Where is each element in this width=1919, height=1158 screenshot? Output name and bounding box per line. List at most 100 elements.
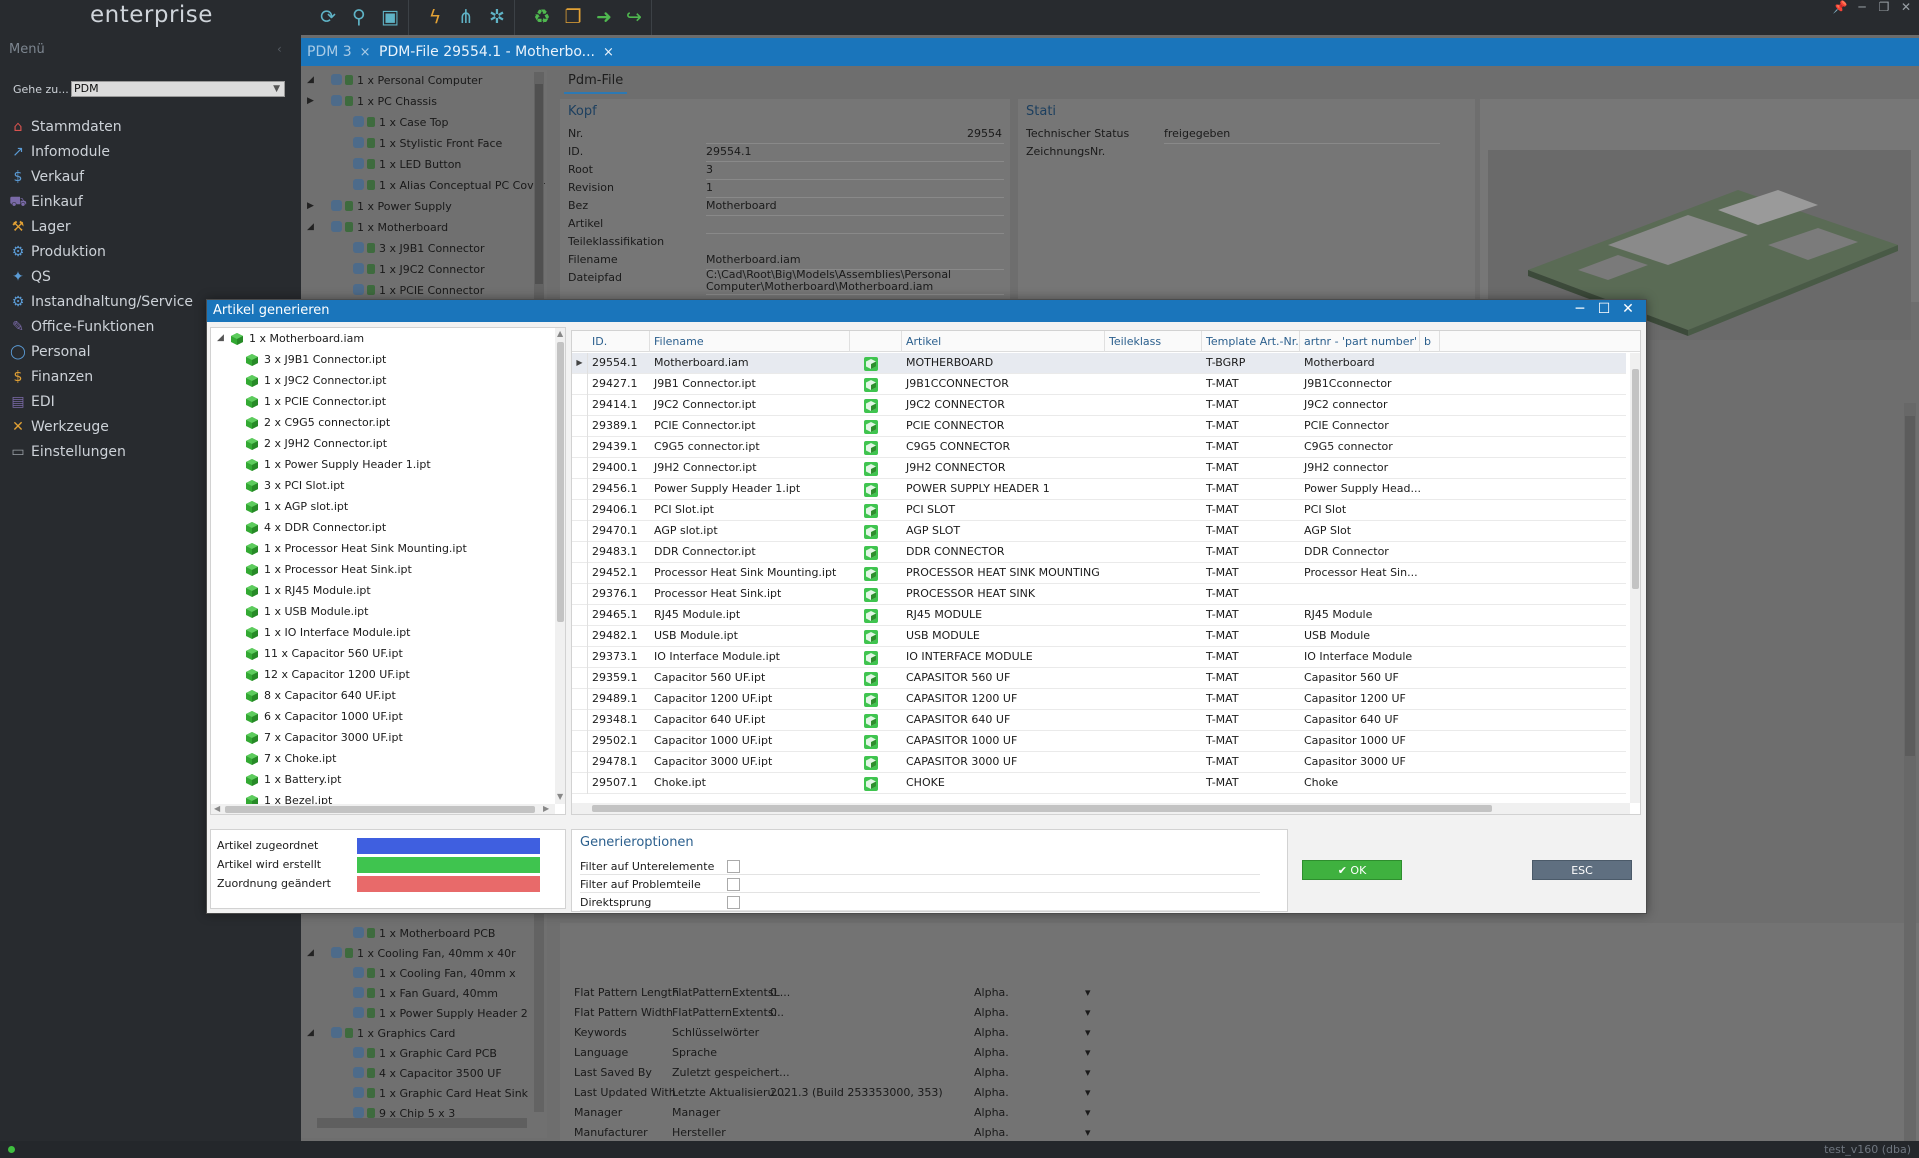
- property-value[interactable]: 0: [770, 1003, 777, 1023]
- tree-node[interactable]: 1 x IO Interface Module.ipt: [211, 622, 551, 643]
- table-row[interactable]: 29456.1 Power Supply Header 1.ipt POWER SU…: [572, 479, 1626, 500]
- chevron-down-icon[interactable]: ▾: [1085, 1063, 1091, 1083]
- tree-node[interactable]: ◢ 1 x Motherboard: [307, 217, 448, 238]
- col-teileklass-header[interactable]: Teileklass: [1105, 331, 1202, 352]
- property-value[interactable]: 2021.3 (Build 253353000, 353): [770, 1083, 943, 1103]
- table-row[interactable]: 29489.1 Capacitor 1200 UF.ipt CAPASITOR 12…: [572, 689, 1626, 710]
- table-row[interactable]: 29452.1 Processor Heat Sink Mounting.ipt P…: [572, 563, 1626, 584]
- close-tab-icon[interactable]: ×: [603, 45, 614, 60]
- option-checkbox[interactable]: [727, 878, 740, 891]
- field-value[interactable]: freigegeben: [1164, 125, 1440, 144]
- field-value[interactable]: C:\Cad\Root\Big\Models\Assemblies\Person…: [706, 269, 1004, 295]
- tree-node[interactable]: 1 x Power Supply Header 1.ipt: [211, 454, 551, 475]
- tree-node[interactable]: 1 x USB Module.ipt: [211, 601, 551, 622]
- chevron-down-icon[interactable]: ▾: [1085, 1123, 1091, 1143]
- search-icon[interactable]: ⚲: [346, 4, 372, 30]
- option-checkbox[interactable]: [727, 860, 740, 873]
- tree-node[interactable]: 1 x Motherboard PCB: [331, 923, 495, 944]
- tree-node[interactable]: 3 x J9B1 Connector: [331, 238, 485, 259]
- table-row[interactable]: 29470.1 AGP slot.ipt AGP SLOT T-MAT AGP Slot: [572, 521, 1626, 542]
- tree-node[interactable]: 7 x Capacitor 3000 UF.ipt: [211, 727, 551, 748]
- tree-node[interactable]: 1 x AGP slot.ipt: [211, 496, 551, 517]
- workspace-scroll-thumb[interactable]: [1905, 416, 1915, 756]
- scroll-left-icon[interactable]: ◀: [214, 804, 220, 813]
- chevron-down-icon[interactable]: ▾: [1085, 1043, 1091, 1063]
- tab-pdm-file[interactable]: PDM-File 29554.1 - Motherbo... ×: [373, 38, 620, 66]
- col-artikel-header[interactable]: Artikel: [902, 331, 1105, 352]
- sidebar-item[interactable]: ⛟ Einkauf: [0, 190, 301, 215]
- sidebar-item[interactable]: ✦ QS: [0, 265, 301, 290]
- tree-node[interactable]: 1 x LED Button: [331, 154, 461, 175]
- close-icon[interactable]: ✕: [1616, 301, 1640, 317]
- tree-node[interactable]: 7 x Choke.ipt: [211, 748, 551, 769]
- lightning-icon[interactable]: ϟ: [422, 4, 448, 30]
- tree-vscroll-thumb[interactable]: [557, 342, 564, 622]
- tree-node[interactable]: ◢ 1 x Motherboard.iam: [211, 328, 551, 349]
- tree-node[interactable]: 2 x J9H2 Connector.ipt: [211, 433, 551, 454]
- maximize-icon[interactable]: ☐: [1592, 301, 1616, 317]
- tab-pdm-file-detail[interactable]: Pdm-File: [564, 73, 628, 94]
- tree-node[interactable]: 12 x Capacitor 1200 UF.ipt: [211, 664, 551, 685]
- table-row[interactable]: 29439.1 C9G5 connector.ipt C9G5 CONNECTOR T…: [572, 437, 1626, 458]
- esc-button[interactable]: ESC: [1532, 860, 1632, 880]
- table-row[interactable]: 29507.1 Choke.ipt CHOKE T-MAT Choke: [572, 773, 1626, 794]
- scroll-down-icon[interactable]: ▼: [557, 792, 563, 801]
- tree-node[interactable]: 6 x Capacitor 1000 UF.ipt: [211, 706, 551, 727]
- table-row[interactable]: 29465.1 RJ45 Module.ipt RJ45 MODULE T-MAT RJ…: [572, 605, 1626, 626]
- field-value[interactable]: [706, 215, 1004, 216]
- close-tab-icon[interactable]: ×: [360, 45, 371, 60]
- restore-icon[interactable]: ❐: [1873, 0, 1895, 14]
- field-value[interactable]: [1164, 143, 1440, 144]
- tree-node[interactable]: 1 x Alias Conceptual PC Cover: [331, 175, 545, 196]
- col-status-header[interactable]: [850, 331, 902, 352]
- chevron-down-icon[interactable]: ▾: [1085, 983, 1091, 1003]
- tree-node[interactable]: 1 x Power Supply Header 2: [331, 1003, 528, 1024]
- tree-node[interactable]: 1 x J9C2 Connector.ipt: [211, 370, 551, 391]
- sidebar-item[interactable]: ⚒ Lager: [0, 215, 301, 240]
- table-row[interactable]: 29373.1 IO Interface Module.ipt IO INTERFA…: [572, 647, 1626, 668]
- table-row[interactable]: 29359.1 Capacitor 560 UF.ipt CAPASITOR 560…: [572, 668, 1626, 689]
- settings-network-icon[interactable]: ✲: [484, 4, 510, 30]
- recycle-icon[interactable]: ♻: [529, 4, 555, 30]
- tree-node[interactable]: 3 x J9B1 Connector.ipt: [211, 349, 551, 370]
- option-checkbox[interactable]: [727, 896, 740, 909]
- tree-node[interactable]: 4 x Capacitor 3500 UF: [331, 1063, 502, 1084]
- expand-toggle-icon[interactable]: ◢: [307, 70, 314, 91]
- field-value[interactable]: [706, 233, 1004, 234]
- minimize-icon[interactable]: ─: [1851, 0, 1873, 14]
- dialog-titlebar[interactable]: Artikel generieren ─ ☐ ✕: [207, 300, 1646, 322]
- sidebar-item[interactable]: ⚙ Produktion: [0, 240, 301, 265]
- table-hscroll-thumb[interactable]: [592, 805, 1492, 812]
- hierarchy-icon[interactable]: ⋔: [453, 4, 479, 30]
- expand-toggle-icon[interactable]: ◢: [307, 943, 314, 964]
- chevron-down-icon[interactable]: ▾: [1085, 1083, 1091, 1103]
- scroll-right-icon[interactable]: ▶: [543, 804, 549, 813]
- save-icon[interactable]: ▣: [377, 4, 403, 30]
- expand-toggle-icon[interactable]: ▶: [307, 196, 314, 217]
- tree-node[interactable]: 1 x Cooling Fan, 40mm x: [331, 963, 516, 984]
- table-row[interactable]: ▶ 29554.1 Motherboard.iam MOTHERBOARD T-BGRP…: [572, 353, 1626, 374]
- chevron-down-icon[interactable]: ▾: [1085, 1003, 1091, 1023]
- ok-button[interactable]: ✔ OK: [1302, 860, 1402, 880]
- field-value[interactable]: 29554: [706, 125, 1004, 144]
- pin-icon[interactable]: 📌: [1829, 0, 1851, 14]
- tree-node[interactable]: 4 x DDR Connector.ipt: [211, 517, 551, 538]
- table-row[interactable]: 29482.1 USB Module.ipt USB MODULE T-MAT USB …: [572, 626, 1626, 647]
- table-row[interactable]: 29389.1 PCIE Connector.ipt PCIE CONNECTOR T…: [572, 416, 1626, 437]
- goto-select[interactable]: PDM ▼: [71, 81, 285, 97]
- refresh-icon[interactable]: ⟳: [315, 4, 341, 30]
- tree-node[interactable]: 1 x Stylistic Front Face: [331, 133, 502, 154]
- tree-node[interactable]: ▶ 1 x PC Chassis: [307, 91, 437, 112]
- minimize-icon[interactable]: ─: [1568, 301, 1592, 317]
- arrow-forward-icon[interactable]: ↪: [621, 4, 647, 30]
- tree-node[interactable]: 1 x Processor Heat Sink.ipt: [211, 559, 551, 580]
- tree-node[interactable]: 8 x Capacitor 640 UF.ipt: [211, 685, 551, 706]
- col-b-header[interactable]: b: [1420, 331, 1440, 352]
- table-row[interactable]: 29400.1 J9H2 Connector.ipt J9H2 CONNECTOR T…: [572, 458, 1626, 479]
- tree-node[interactable]: ▶ 1 x Power Supply: [307, 196, 452, 217]
- col-filename-header[interactable]: Filename: [650, 331, 850, 352]
- close-icon[interactable]: ✕: [1895, 0, 1917, 14]
- expand-toggle-icon[interactable]: ▶: [307, 91, 314, 112]
- tree-node[interactable]: 1 x RJ45 Module.ipt: [211, 580, 551, 601]
- tree-scroll-thumb[interactable]: [535, 84, 543, 284]
